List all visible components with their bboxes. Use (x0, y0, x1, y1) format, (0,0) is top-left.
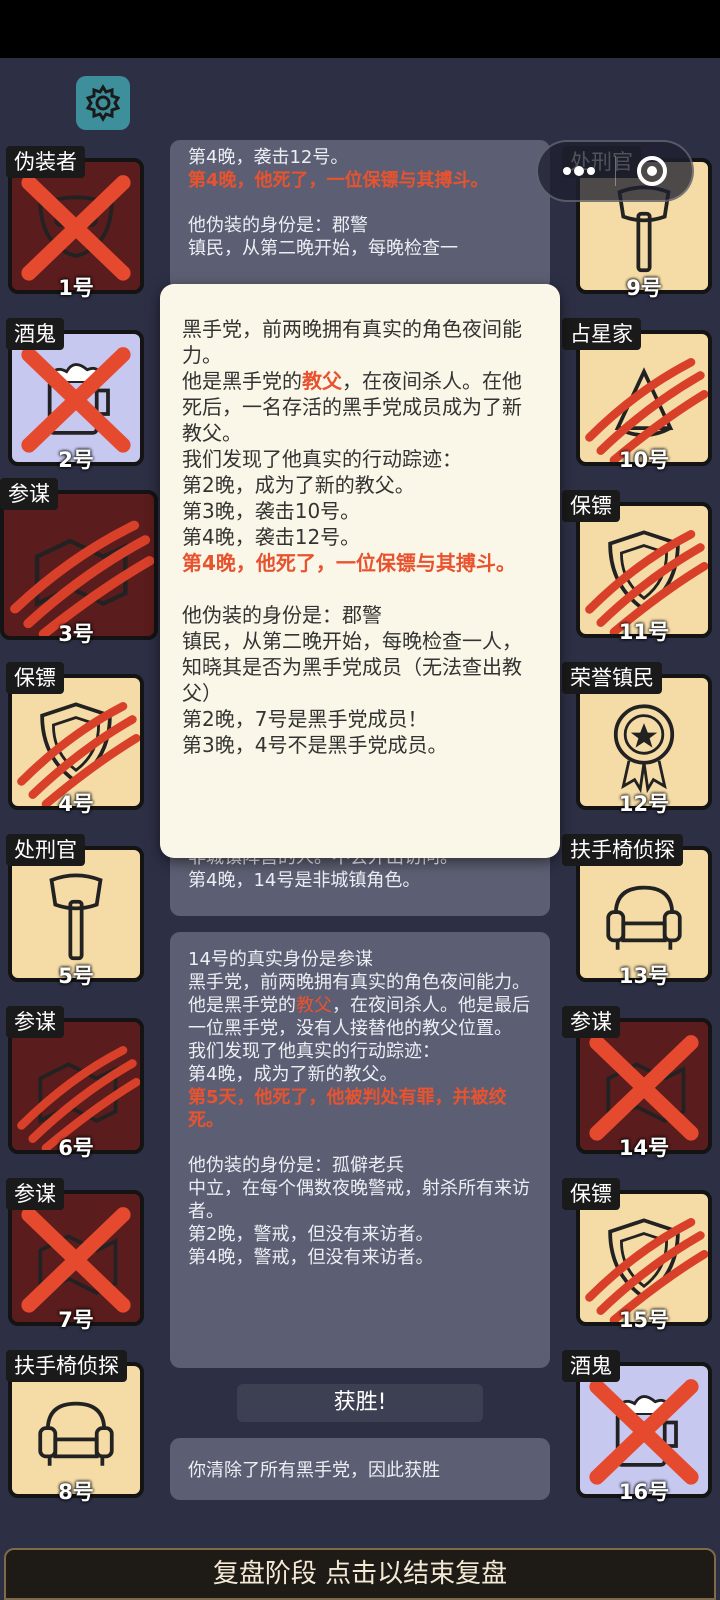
armchair-icon (606, 885, 682, 950)
shield-icon (17, 702, 140, 806)
log-line: 14号的真实身份是参谋 (188, 949, 373, 970)
popup-line: 第2晚，7号是黑手党成员！ (182, 707, 428, 731)
log-line: 第4晚，14号是非城镇角色。 (188, 870, 421, 891)
player-number: 3号 (58, 622, 94, 646)
popup-line: 第4晚，袭击12号。 (182, 525, 361, 549)
player-number: 10号 (618, 448, 670, 472)
map-icon (21, 1207, 131, 1313)
log-line: 镇民，从第二晚开始，每晚检查一 (188, 238, 458, 259)
axe-icon (49, 873, 103, 961)
player-number: 16号 (618, 1480, 670, 1504)
victory-message: 你清除了所有黑手党，因此获胜 (170, 1438, 550, 1500)
player-number: 14号 (618, 1136, 670, 1160)
close-target-icon[interactable] (635, 154, 669, 188)
player-number: 6号 (58, 1136, 94, 1160)
status-bar (0, 0, 720, 58)
shield-icon (585, 1218, 708, 1322)
popup-line-death: 第4晚，他死了，一位保镖与其搏斗。 (182, 551, 516, 575)
medal-icon (613, 704, 675, 794)
role-label: 参谋 (0, 478, 58, 510)
player-number: 1号 (58, 276, 94, 300)
capsule-divider (615, 156, 617, 186)
role-label: 伪装者 (6, 146, 85, 178)
popup-line: 他是黑手党的教父，在夜间杀人。在他死后，一名存活的黑手党成员成为了新教父。 (182, 368, 538, 446)
beer-mug-icon (589, 1379, 699, 1485)
role-label: 保镖 (562, 490, 620, 522)
role-detail-popup[interactable]: 黑手党，前两晚拥有真实的角色夜间能力。 他是黑手党的教父，在夜间杀人。在他死后，… (160, 284, 560, 858)
role-label: 酒鬼 (6, 318, 64, 350)
sextant-icon (585, 358, 708, 462)
player-number: 7号 (58, 1308, 94, 1332)
popup-line: 我们发现了他真实的行动踪迹： (182, 447, 462, 471)
map-icon (17, 1046, 140, 1150)
end-review-button[interactable]: 复盘阶段 点击以结束复盘 (4, 1548, 716, 1600)
player-number: 4号 (58, 792, 94, 816)
more-icon[interactable] (561, 164, 597, 178)
popup-line: 他伪装的身份是：郡警 (182, 603, 382, 627)
log-line: 他伪装的身份是：孤僻老兵 (188, 1155, 404, 1176)
log-line: 我们发现了他真实的行动踪迹： (188, 1041, 440, 1062)
player-number: 13号 (618, 964, 670, 988)
player-number: 9号 (626, 276, 662, 300)
role-highlight: 教父 (302, 369, 342, 393)
log-line-death: 第5天，他死了，他被判处有罪，并被绞死。 (188, 1087, 507, 1131)
gear-icon (85, 84, 121, 122)
map-icon (10, 520, 154, 636)
role-label: 扶手椅侦探 (6, 1350, 127, 1382)
role-label: 酒鬼 (562, 1350, 620, 1382)
settings-button[interactable] (76, 76, 130, 130)
log-line-death: 第4晚，他死了，一位保镖与其搏斗。 (188, 170, 489, 191)
shield-icon (585, 530, 708, 634)
popup-text: 他是黑手党的 (182, 369, 302, 393)
popup-line: 第3晚，袭击10号。 (182, 499, 361, 523)
role-label: 扶手椅侦探 (562, 834, 683, 866)
popup-line: 黑手党，前两晚拥有真实的角色夜间能力。 (182, 317, 522, 367)
player-number: 11号 (618, 620, 670, 644)
log-text: 他是黑手党的 (188, 995, 296, 1016)
victory-label: 获胜! (237, 1384, 483, 1422)
role-label: 占星家 (562, 318, 641, 350)
log-line: 他伪装的身份是：郡警 (188, 215, 368, 236)
role-label: 保镖 (562, 1178, 620, 1210)
popup-line: 镇民，从第二晚开始，每晚检查一人，知晓其是否为黑手党成员（无法查出教父） (182, 629, 522, 705)
log-line: 第2晚，警戒，但没有来访者。 (188, 1224, 434, 1245)
log-line: 第4晚，成为了新的教父。 (188, 1064, 398, 1085)
role-label: 荣誉镇民 (562, 662, 662, 694)
role-label: 保镖 (6, 662, 64, 694)
player-number: 5号 (58, 964, 94, 988)
log-entry-top: 第4晚，袭击12号。 第4晚，他死了，一位保镖与其搏斗。 他伪装的身份是：郡警 … (170, 140, 550, 290)
log-line: 第4晚，警戒，但没有来访者。 (188, 1247, 434, 1268)
log-line: 他是黑手党的教父，在夜间杀人。他是最后一位黑手党，没有人接替他的教父位置。 (188, 994, 532, 1040)
player-number: 2号 (58, 448, 94, 472)
player-number: 12号 (618, 792, 670, 816)
role-label: 参谋 (6, 1178, 64, 1210)
log-line: 黑手党，前两晚拥有真实的角色夜间能力。 (188, 972, 530, 993)
role-highlight: 教父 (296, 995, 332, 1016)
popup-line: 第3晚，4号不是黑手党成员。 (182, 733, 448, 757)
role-label: 参谋 (6, 1006, 64, 1038)
role-label: 处刑官 (6, 834, 85, 866)
log-line: 中立，在每个偶数夜晚警戒，射杀所有来访者。 (188, 1178, 530, 1222)
beer-mug-icon (21, 347, 131, 453)
player-number: 8号 (58, 1480, 94, 1504)
mini-program-capsule[interactable] (536, 140, 694, 202)
log-line: 第4晚，袭击12号。 (188, 147, 349, 168)
armchair-icon (38, 1401, 114, 1466)
player-number: 15号 (618, 1308, 670, 1332)
popup-line: 第2晚，成为了新的教父。 (182, 473, 415, 497)
map-icon (589, 1035, 699, 1141)
mask-icon (21, 175, 131, 281)
role-label: 参谋 (562, 1006, 620, 1038)
log-entry-14: 14号的真实身份是参谋 黑手党，前两晚拥有真实的角色夜间能力。 他是黑手党的教父… (170, 932, 550, 1368)
